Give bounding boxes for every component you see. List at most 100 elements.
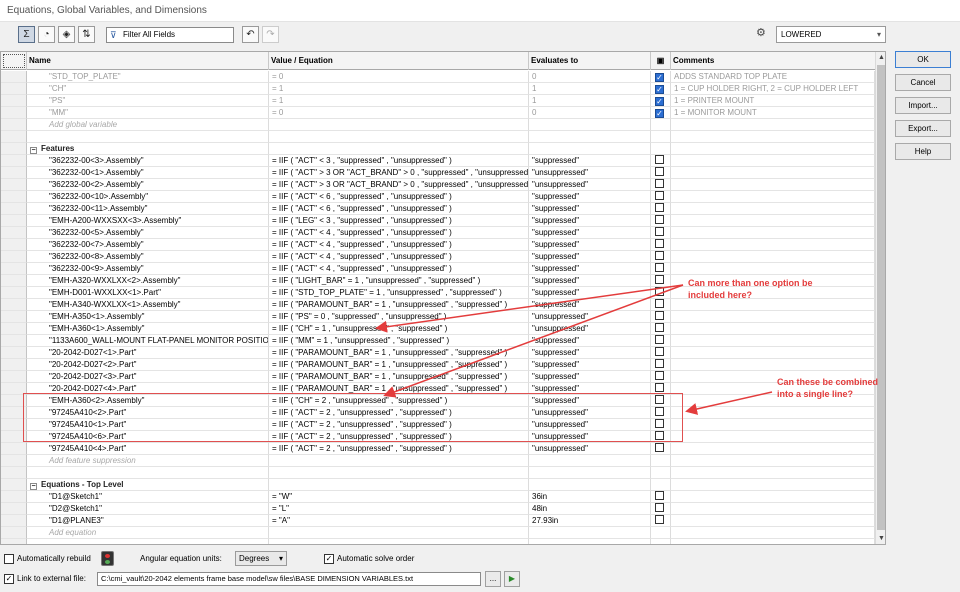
suppress-checkbox[interactable] (655, 347, 664, 356)
name-cell[interactable]: "1133A600_WALL-MOUNT FLAT-PANEL MONITOR … (27, 335, 269, 347)
value-cell[interactable]: = IIF ( "PARAMOUNT_BAR" = 1 , "unsuppres… (269, 359, 529, 371)
name-cell[interactable]: "D1@PLANE3" (27, 515, 269, 527)
value-cell[interactable]: = "L" (269, 503, 529, 515)
suppress-checkbox[interactable] (655, 203, 664, 212)
name-cell[interactable]: "EMH-D001-WXXLXX<1>.Part" (27, 287, 269, 299)
value-cell[interactable]: = 1 (269, 95, 529, 107)
suppress-checkbox[interactable]: ✓ (655, 85, 664, 94)
comment-cell[interactable] (671, 335, 875, 347)
value-cell[interactable]: = IIF ( "ACT" = 2 , "unsuppressed" , "su… (269, 431, 529, 443)
value-cell[interactable]: = IIF ( "PARAMOUNT_BAR" = 1 , "unsuppres… (269, 371, 529, 383)
suppress-checkbox[interactable] (655, 335, 664, 344)
comment-cell[interactable] (671, 347, 875, 359)
scroll-down-icon[interactable]: ▼ (876, 533, 885, 544)
name-cell[interactable]: "97245A410<1>.Part" (27, 419, 269, 431)
value-cell[interactable]: = IIF ( "LIGHT_BAR" = 1 , "unsuppressed"… (269, 275, 529, 287)
browse-button[interactable]: ... (485, 571, 501, 587)
export-button[interactable]: Export... (895, 120, 951, 137)
name-cell[interactable]: "362232-00<7>.Assembly" (27, 239, 269, 251)
comment-cell[interactable] (671, 251, 875, 263)
name-cell[interactable]: "20-2042-D027<1>.Part" (27, 347, 269, 359)
name-cell[interactable]: "362232-00<11>.Assembly" (27, 203, 269, 215)
value-cell[interactable]: = IIF ( "LEG" < 3 , "suppressed" , "unsu… (269, 215, 529, 227)
header-value[interactable]: Value / Equation (269, 52, 529, 70)
suppress-checkbox[interactable] (655, 419, 664, 428)
value-cell[interactable]: = IIF ( "STD_TOP_PLATE" = 1 , "unsuppres… (269, 287, 529, 299)
comment-cell[interactable] (671, 203, 875, 215)
name-cell[interactable]: "362232-00<10>.Assembly" (27, 191, 269, 203)
value-cell[interactable]: = IIF ( "ACT" < 4 , "suppressed" , "unsu… (269, 263, 529, 275)
value-cell[interactable]: = IIF ( "ACT" > 3 OR "ACT_BRAND" > 0 , "… (269, 167, 529, 179)
value-cell[interactable]: = IIF ( "ACT" = 2 , "unsuppressed" , "su… (269, 419, 529, 431)
name-cell[interactable]: "EMH-A360<1>.Assembly" (27, 323, 269, 335)
comment-cell[interactable] (671, 419, 875, 431)
value-cell[interactable]: = IIF ( "ACT" < 4 , "suppressed" , "unsu… (269, 251, 529, 263)
name-cell[interactable]: "EMH-A200-WXXSXX<3>.Assembly" (27, 215, 269, 227)
comment-cell[interactable] (671, 191, 875, 203)
section-features-cell[interactable]: − Features (27, 143, 269, 155)
value-cell[interactable]: = IIF ( "PS" = 0 , "suppressed" , "unsup… (269, 311, 529, 323)
filter-input[interactable]: ⊽ Filter All Fields (106, 27, 234, 43)
suppress-checkbox[interactable] (655, 251, 664, 260)
import-button[interactable]: Import... (895, 97, 951, 114)
name-cell[interactable]: "362232-00<8>.Assembly" (27, 251, 269, 263)
suppress-checkbox[interactable] (655, 371, 664, 380)
suppress-checkbox[interactable]: ✓ (655, 109, 664, 118)
add-row-cell[interactable]: Add global variable (27, 119, 269, 131)
suppress-checkbox[interactable] (655, 299, 664, 308)
value-cell[interactable]: = 1 (269, 83, 529, 95)
header-name[interactable]: Name (27, 52, 269, 70)
value-cell[interactable]: = IIF ( "PARAMOUNT_BAR" = 1 , "unsuppres… (269, 383, 529, 395)
comment-cell[interactable] (671, 323, 875, 335)
comment-cell[interactable] (671, 491, 875, 503)
name-cell[interactable]: "97245A410<4>.Part" (27, 443, 269, 455)
suppress-checkbox[interactable] (655, 179, 664, 188)
value-cell[interactable]: = IIF ( "ACT" < 6 , "suppressed" , "unsu… (269, 191, 529, 203)
ordered-view-icon[interactable]: ⇅ (78, 26, 95, 43)
value-cell[interactable]: = IIF ( "PARAMOUNT_BAR" = 1 , "unsuppres… (269, 347, 529, 359)
value-cell[interactable]: = IIF ( "ACT" < 4 , "suppressed" , "unsu… (269, 227, 529, 239)
suppress-checkbox[interactable] (655, 155, 664, 164)
value-cell[interactable]: = IIF ( "CH" = 2 , "unsuppressed" , "sup… (269, 395, 529, 407)
value-cell[interactable]: = "A" (269, 515, 529, 527)
name-cell[interactable]: "EMH-A360<2>.Assembly" (27, 395, 269, 407)
name-cell[interactable]: "97245A410<6>.Part" (27, 431, 269, 443)
comment-cell[interactable] (671, 227, 875, 239)
value-cell[interactable]: = IIF ( "ACT" = 2 , "unsuppressed" , "su… (269, 407, 529, 419)
comment-cell[interactable]: 1 = PRINTER MOUNT (671, 95, 875, 107)
comment-cell[interactable] (671, 179, 875, 191)
comment-cell[interactable] (671, 431, 875, 443)
value-cell[interactable]: = IIF ( "MM" = 1 , "unsuppressed" , "sup… (269, 335, 529, 347)
name-cell[interactable]: "MM" (27, 107, 269, 119)
comment-cell[interactable] (671, 515, 875, 527)
suppress-checkbox[interactable] (655, 395, 664, 404)
name-cell[interactable]: "20-2042-D027<3>.Part" (27, 371, 269, 383)
header-evaluates[interactable]: Evaluates to (529, 52, 651, 70)
link-file-checkbox[interactable]: ✓ (4, 574, 14, 584)
name-cell[interactable]: "97245A410<2>.Part" (27, 407, 269, 419)
name-cell[interactable]: "EMH-A320-WXXLXX<2>.Assembly" (27, 275, 269, 287)
header-comments[interactable]: Comments (671, 52, 875, 70)
equation-view-icon[interactable]: Σ (18, 26, 35, 43)
name-cell[interactable]: "CH" (27, 83, 269, 95)
cancel-button[interactable]: Cancel (895, 74, 951, 91)
collapse-icon[interactable]: − (30, 483, 37, 490)
comment-cell[interactable] (671, 263, 875, 275)
configuration-select[interactable]: LOWERED ▾ (776, 26, 886, 43)
add-row-cell[interactable]: Add feature suppression (27, 455, 269, 467)
value-cell[interactable]: = "W" (269, 491, 529, 503)
name-cell[interactable]: "EMH-A340-WXXLXX<1>.Assembly" (27, 299, 269, 311)
comment-cell[interactable] (671, 503, 875, 515)
link-path-field[interactable]: C:\cmi_vault\20-2042 elements frame base… (97, 572, 481, 586)
suppress-checkbox[interactable] (655, 167, 664, 176)
name-cell[interactable]: "20-2042-D027<4>.Part" (27, 383, 269, 395)
suppress-checkbox[interactable] (655, 287, 664, 296)
suppress-checkbox[interactable] (655, 383, 664, 392)
suppress-checkbox[interactable] (655, 431, 664, 440)
name-cell[interactable]: "362232-00<9>.Assembly" (27, 263, 269, 275)
comment-cell[interactable]: 1 = CUP HOLDER RIGHT, 2 = CUP HOLDER LEF… (671, 83, 875, 95)
comment-cell[interactable] (671, 167, 875, 179)
name-cell[interactable]: "D2@Sketch1" (27, 503, 269, 515)
value-cell[interactable]: = IIF ( "CH" = 1 , "unsuppressed" , "sup… (269, 323, 529, 335)
help-button[interactable]: Help (895, 143, 951, 160)
